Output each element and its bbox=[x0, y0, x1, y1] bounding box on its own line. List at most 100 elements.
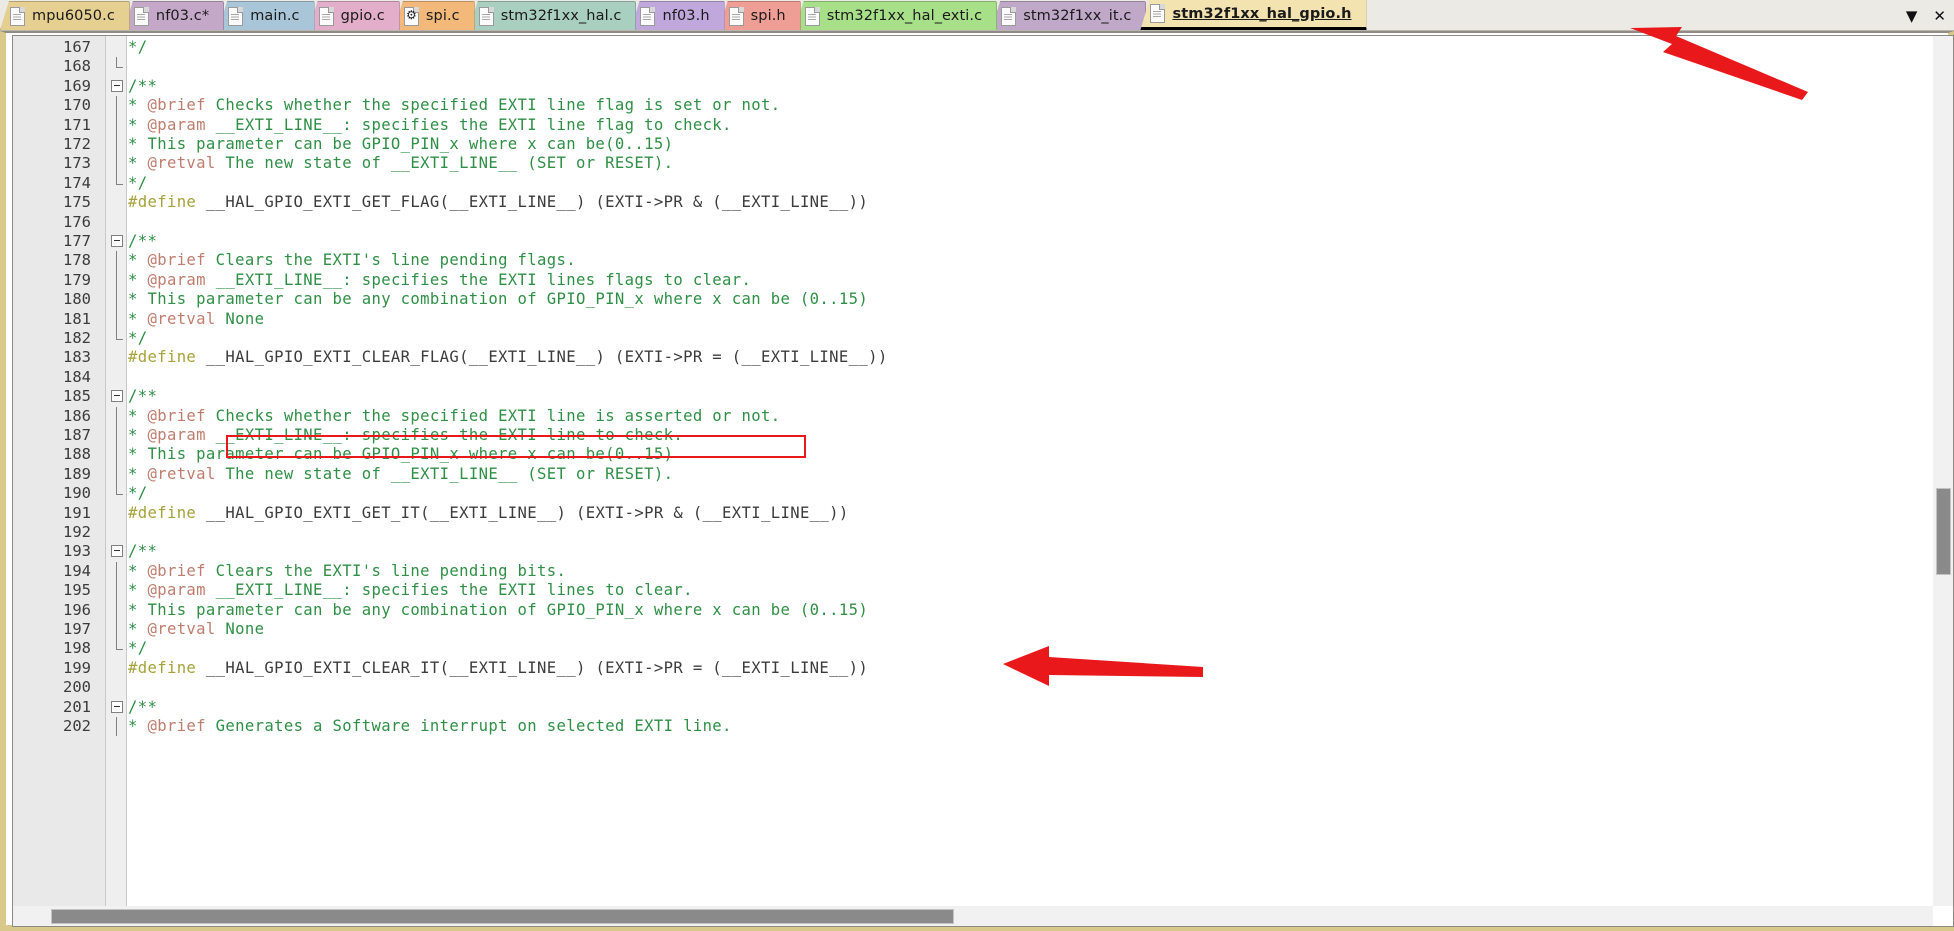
code-line[interactable]: */ bbox=[128, 174, 147, 193]
close-icon[interactable]: ✕ bbox=[1933, 7, 1946, 25]
chevron-down-icon[interactable]: ▼ bbox=[1906, 7, 1918, 25]
horizontal-scrollbar-thumb[interactable] bbox=[51, 909, 954, 924]
code-token-ident: __HAL_GPIO_EXTI_GET_IT(__EXTI_LINE__) (E… bbox=[196, 503, 849, 522]
code-token-comment: * bbox=[128, 270, 148, 289]
code-token-comment: * bbox=[128, 717, 148, 735]
code-line[interactable]: * @brief Checks whether the specified EX… bbox=[128, 96, 780, 115]
tab-nf03-h[interactable]: nf03.h bbox=[630, 1, 725, 30]
tab-stm32f1xx-hal-c[interactable]: stm32f1xx_hal.c bbox=[468, 1, 637, 30]
file-icon bbox=[133, 6, 149, 26]
code-token-comment: */ bbox=[128, 38, 148, 56]
horizontal-scrollbar[interactable] bbox=[13, 906, 1933, 926]
fold-guide-line bbox=[116, 270, 117, 291]
code-token-comment: Clears the EXTI's line pending bits. bbox=[205, 561, 567, 580]
code-token-doctag: @param bbox=[147, 426, 206, 444]
fold-end-marker bbox=[116, 338, 123, 340]
fold-collapse-icon[interactable] bbox=[111, 545, 123, 558]
code-folding-column[interactable] bbox=[105, 36, 127, 926]
code-line[interactable]: #define __HAL_GPIO_EXTI_GET_FLAG(__EXTI_… bbox=[128, 193, 868, 212]
code-line[interactable]: /** bbox=[128, 77, 157, 96]
fold-collapse-icon[interactable] bbox=[111, 235, 123, 247]
code-line[interactable]: * @param __EXTI_LINE__: specifies the EX… bbox=[128, 271, 751, 290]
code-token-doctag: @retval bbox=[147, 620, 216, 638]
code-line[interactable]: * @brief Checks whether the specified EX… bbox=[128, 407, 780, 426]
tab-spi-c[interactable]: spi.c bbox=[393, 1, 475, 30]
code-line[interactable]: * @param __EXTI_LINE__: specifies the EX… bbox=[128, 426, 683, 445]
code-line[interactable]: * @brief Clears the EXTI's line pending … bbox=[128, 562, 566, 581]
code-line[interactable]: * @param __EXTI_LINE__: specifies the EX… bbox=[128, 581, 693, 600]
vertical-scrollbar[interactable] bbox=[1933, 36, 1953, 906]
code-token-pre: #define bbox=[128, 658, 197, 677]
code-line[interactable]: */ bbox=[128, 639, 147, 658]
tab-stm32f1xx-hal-gpio-h[interactable]: stm32f1xx_hal_gpio.h bbox=[1140, 0, 1367, 30]
tab-main-c[interactable]: main.c bbox=[218, 1, 315, 30]
code-line[interactable]: * @retval The new state of __EXTI_LINE__… bbox=[128, 154, 673, 173]
tab-gpio-c[interactable]: gpio.c bbox=[308, 1, 400, 30]
code-token-comment: /** bbox=[128, 76, 158, 95]
code-line[interactable]: * @brief Generates a Software interrupt … bbox=[128, 717, 732, 736]
code-line[interactable]: #define __HAL_GPIO_EXTI_GET_IT(__EXTI_LI… bbox=[128, 504, 849, 523]
fold-guide-line bbox=[116, 561, 117, 582]
fold-collapse-icon[interactable] bbox=[111, 390, 123, 403]
code-line[interactable]: * @retval The new state of __EXTI_LINE__… bbox=[128, 465, 673, 484]
vertical-scrollbar-thumb[interactable] bbox=[1936, 488, 1951, 576]
tab-spi-h[interactable]: spi.h bbox=[718, 1, 801, 30]
fold-guide-line bbox=[116, 426, 117, 446]
line-number: 198 bbox=[63, 639, 91, 658]
code-line[interactable]: /** bbox=[128, 542, 157, 561]
tab-stm32f1xx-hal-exti-c[interactable]: stm32f1xx_hal_exti.c bbox=[794, 1, 998, 30]
tab-stm32f1xx-it-c[interactable]: stm32f1xx_it.c bbox=[991, 1, 1147, 30]
line-number: 180 bbox=[63, 290, 91, 309]
code-token-doctag: @retval bbox=[147, 464, 216, 483]
tab-mpu6050-c[interactable]: mpu6050.c bbox=[0, 1, 130, 30]
code-token-doctag: @brief bbox=[147, 561, 206, 580]
code-line[interactable]: * @param __EXTI_LINE__: specifies the EX… bbox=[128, 116, 732, 135]
file-icon bbox=[728, 6, 744, 26]
code-token-doctag: @retval bbox=[147, 309, 216, 328]
code-token-comment: */ bbox=[128, 173, 148, 192]
code-line[interactable]: */ bbox=[128, 329, 147, 348]
code-line[interactable]: #define __HAL_GPIO_EXTI_CLEAR_FLAG(__EXT… bbox=[128, 348, 888, 367]
line-number: 179 bbox=[63, 270, 91, 289]
fold-end-marker bbox=[116, 649, 123, 651]
file-icon bbox=[804, 6, 820, 26]
tab-label: stm32f1xx_hal.c bbox=[500, 8, 622, 24]
tab-label: spi.c bbox=[425, 8, 460, 24]
code-line[interactable]: /** bbox=[128, 387, 157, 406]
code-token-comment: * This parameter can be GPIO_PIN_x where… bbox=[128, 445, 674, 464]
code-token-comment: * bbox=[128, 561, 148, 580]
code-line[interactable]: /** bbox=[128, 232, 157, 251]
code-token-comment: __EXTI_LINE__: specifies the EXTI lines … bbox=[205, 270, 752, 289]
code-token-comment: * bbox=[128, 309, 148, 328]
code-line[interactable]: * This parameter can be any combination … bbox=[128, 290, 868, 309]
code-line[interactable]: * @brief Clears the EXTI's line pending … bbox=[128, 251, 576, 270]
code-line[interactable]: * @retval None bbox=[128, 620, 264, 639]
fold-collapse-icon[interactable] bbox=[111, 700, 123, 713]
code-line[interactable]: * @retval None bbox=[128, 310, 264, 329]
code-line[interactable]: * This parameter can be GPIO_PIN_x where… bbox=[128, 445, 673, 464]
line-number: 172 bbox=[63, 135, 91, 153]
tab-label: stm32f1xx_hal_exti.c bbox=[826, 8, 983, 24]
code-line[interactable]: /** bbox=[128, 698, 157, 717]
line-number: 195 bbox=[63, 581, 91, 600]
line-number: 196 bbox=[63, 600, 91, 619]
fold-end-marker bbox=[116, 493, 123, 495]
tab-nf03-c-[interactable]: nf03.c* bbox=[123, 1, 225, 30]
code-token-comment: None bbox=[215, 309, 265, 328]
code-token-comment: The new state of __EXTI_LINE__ (SET or R… bbox=[215, 154, 674, 173]
code-line[interactable]: * This parameter can be any combination … bbox=[128, 601, 868, 620]
line-number: 170 bbox=[63, 96, 91, 115]
fold-guide-line bbox=[116, 96, 117, 116]
code-text-area[interactable]: */ /** * @brief Checks whether the specif… bbox=[128, 36, 1953, 926]
code-line[interactable]: #define __HAL_GPIO_EXTI_CLEAR_IT(__EXTI_… bbox=[128, 659, 868, 678]
code-line[interactable]: * This parameter can be GPIO_PIN_x where… bbox=[128, 135, 673, 154]
code-token-ident: __HAL_GPIO_EXTI_CLEAR_FLAG(__EXTI_LINE__… bbox=[196, 348, 888, 367]
code-token-comment: Clears the EXTI's line pending flags. bbox=[205, 251, 576, 270]
line-number: 187 bbox=[63, 426, 91, 444]
code-line[interactable]: */ bbox=[128, 484, 147, 503]
file-icon bbox=[318, 6, 334, 26]
line-number: 193 bbox=[63, 542, 91, 561]
code-line[interactable]: */ bbox=[128, 38, 147, 57]
fold-collapse-icon[interactable] bbox=[111, 79, 123, 92]
editor-viewport[interactable]: 167 168 169 170 171 172 173 174 175 176 177 178 179 1… bbox=[12, 35, 1954, 927]
